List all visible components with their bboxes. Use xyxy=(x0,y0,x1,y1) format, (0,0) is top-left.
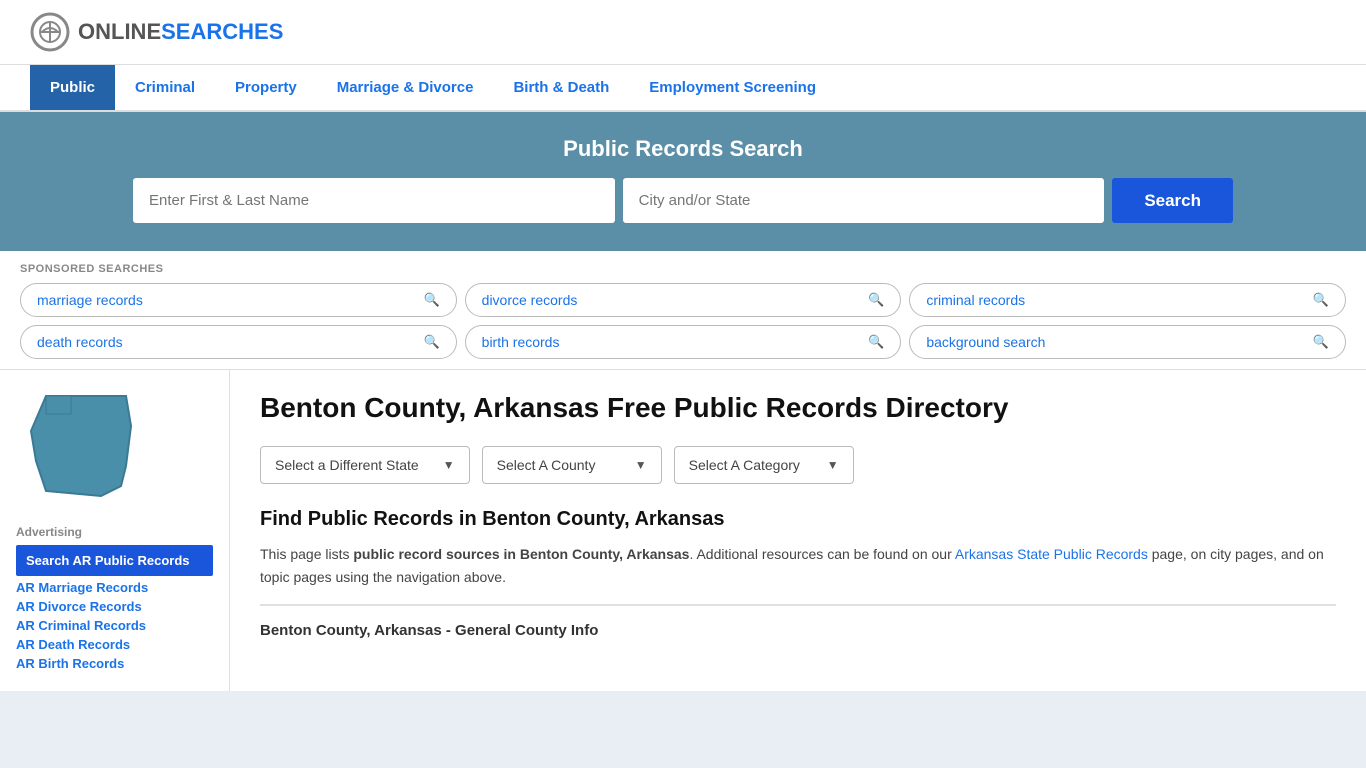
sidebar-link-criminal[interactable]: AR Criminal Records xyxy=(16,618,213,633)
pill-search-icon: 🔍 xyxy=(423,292,439,308)
city-input[interactable] xyxy=(623,178,1105,223)
description-text: This page lists public record sources in… xyxy=(260,543,1336,588)
nav-item-birth-death[interactable]: Birth & Death xyxy=(493,65,629,110)
logo-text: ONLINESEARCHES xyxy=(78,19,283,45)
pill-search-icon: 🔍 xyxy=(868,334,884,350)
section-divider xyxy=(260,604,1336,606)
name-input[interactable] xyxy=(133,178,615,223)
sponsored-section: SPONSORED SEARCHES marriage records 🔍 di… xyxy=(0,251,1366,370)
nav-item-property[interactable]: Property xyxy=(215,65,317,110)
logo-icon xyxy=(30,12,70,52)
search-form: Search xyxy=(133,178,1233,223)
content-area: Advertising Search AR Public Records AR … xyxy=(0,370,1366,691)
nav-item-criminal[interactable]: Criminal xyxy=(115,65,215,110)
page-title: Benton County, Arkansas Free Public Reco… xyxy=(260,390,1336,426)
dropdown-arrow-state: ▼ xyxy=(443,458,455,472)
sidebar-link-divorce[interactable]: AR Divorce Records xyxy=(16,599,213,614)
nav-bar: Public Criminal Property Marriage & Divo… xyxy=(0,65,1366,112)
pill-marriage-records[interactable]: marriage records 🔍 xyxy=(20,283,457,317)
pill-search-icon: 🔍 xyxy=(423,334,439,350)
search-banner-title: Public Records Search xyxy=(30,136,1336,162)
pill-death-records[interactable]: death records 🔍 xyxy=(20,325,457,359)
pill-search-icon: 🔍 xyxy=(868,292,884,308)
dropdown-arrow-county: ▼ xyxy=(635,458,647,472)
general-info-heading: Benton County, Arkansas - General County… xyxy=(260,622,1336,639)
advertising-label: Advertising xyxy=(16,525,213,539)
arkansas-records-link[interactable]: Arkansas State Public Records xyxy=(955,546,1148,562)
sponsored-label: SPONSORED SEARCHES xyxy=(10,263,1356,275)
arkansas-map-svg xyxy=(16,386,146,506)
sidebar-link-marriage[interactable]: AR Marriage Records xyxy=(16,580,213,595)
dropdowns-row: Select a Different State ▼ Select A Coun… xyxy=(260,446,1336,484)
logo-area: ONLINESEARCHES xyxy=(30,12,283,52)
sidebar-link-birth[interactable]: AR Birth Records xyxy=(16,656,213,671)
search-button[interactable]: Search xyxy=(1112,178,1233,223)
pill-birth-records[interactable]: birth records 🔍 xyxy=(465,325,902,359)
pill-background-search[interactable]: background search 🔍 xyxy=(909,325,1346,359)
pill-search-icon: 🔍 xyxy=(1313,334,1329,350)
category-dropdown[interactable]: Select A Category ▼ xyxy=(674,446,854,484)
search-banner: Public Records Search Search xyxy=(0,112,1366,251)
nav-item-marriage-divorce[interactable]: Marriage & Divorce xyxy=(317,65,494,110)
sidebar: Advertising Search AR Public Records AR … xyxy=(0,370,230,691)
state-dropdown[interactable]: Select a Different State ▼ xyxy=(260,446,470,484)
nav-item-employment[interactable]: Employment Screening xyxy=(629,65,836,110)
county-dropdown[interactable]: Select A County ▼ xyxy=(482,446,662,484)
main-content: Benton County, Arkansas Free Public Reco… xyxy=(230,370,1366,691)
pill-criminal-records[interactable]: criminal records 🔍 xyxy=(909,283,1346,317)
sidebar-link-death[interactable]: AR Death Records xyxy=(16,637,213,652)
dropdown-arrow-category: ▼ xyxy=(827,458,839,472)
header: ONLINESEARCHES xyxy=(0,0,1366,65)
sponsored-pills: marriage records 🔍 divorce records 🔍 cri… xyxy=(10,283,1356,359)
pill-search-icon: 🔍 xyxy=(1313,292,1329,308)
nav-item-public[interactable]: Public xyxy=(30,65,115,110)
section-heading: Find Public Records in Benton County, Ar… xyxy=(260,508,1336,531)
state-map xyxy=(16,386,213,509)
sidebar-ad-item[interactable]: Search AR Public Records xyxy=(16,545,213,576)
pill-divorce-records[interactable]: divorce records 🔍 xyxy=(465,283,902,317)
